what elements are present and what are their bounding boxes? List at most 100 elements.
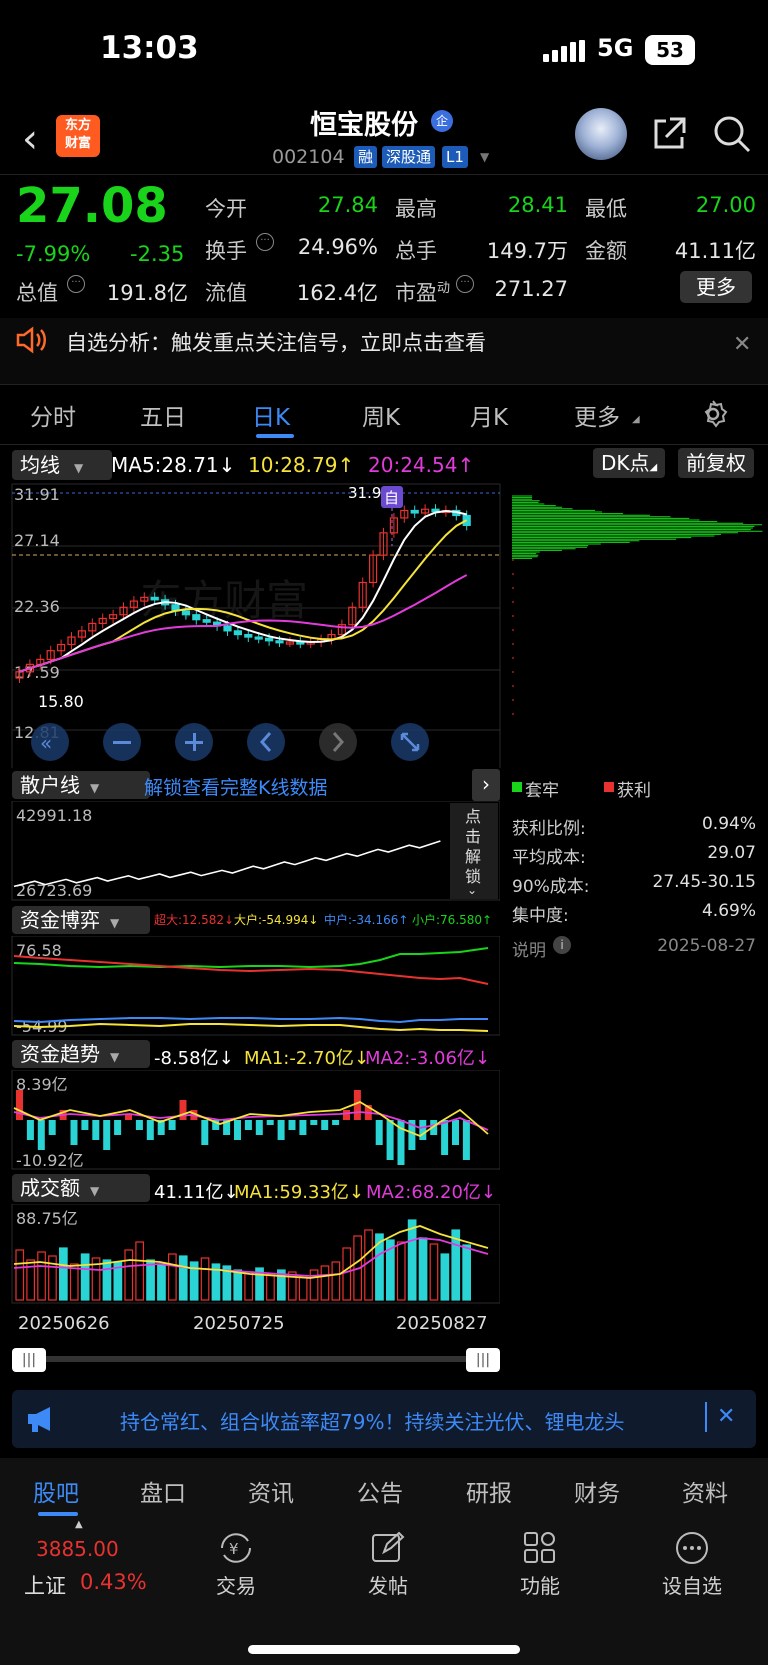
tab-daily-k[interactable]: 日K [252, 398, 290, 432]
tab-weekly-k[interactable]: 周K [362, 398, 400, 432]
unlock-link[interactable]: 解锁查看完整K线数据 [144, 773, 327, 800]
more-button[interactable]: 更多 [680, 271, 752, 303]
chevron-up-icon[interactable]: ▲ [75, 1519, 83, 1530]
svg-text:¥: ¥ [229, 1540, 239, 1558]
trend-bar [289, 1120, 296, 1130]
chevron-down-icon[interactable]: ▼ [480, 150, 489, 164]
close-icon[interactable]: ✕ [717, 1404, 735, 1429]
range-scrollbar[interactable] [12, 1356, 500, 1362]
nav-add-watch[interactable]: 设自选 [652, 1570, 732, 1599]
large-flow-text: 大户:-54.994 [234, 913, 308, 927]
tab-intraday[interactable]: 分时 [30, 398, 76, 432]
low-marker: 15.80 [38, 692, 84, 711]
y-label-3: 22.36 [14, 597, 60, 616]
turnover-rate-value: 24.96% [260, 235, 378, 259]
tab-profile[interactable]: 资料 [682, 1474, 728, 1508]
tab-monthly-k[interactable]: 月K [470, 398, 508, 432]
volume-bar [310, 1270, 318, 1300]
banner-text[interactable]: 自选分析：触发重点关注信号，立即点击查看 [66, 327, 486, 357]
ma10-value: 10:28.79↑ [248, 453, 354, 477]
trend-bar [354, 1090, 361, 1120]
adjust-button[interactable]: 前复权 [678, 448, 754, 478]
tab-research[interactable]: 研报 [466, 1474, 512, 1508]
note-label[interactable]: 说明 [512, 936, 546, 961]
promo-text[interactable]: 持仓常红、组合收益率超79%！持续关注光伏、锂电龙头 [120, 1406, 702, 1435]
pe-label-sup: 动 [437, 281, 450, 296]
turnover-chart: 88.75亿 [0, 1204, 500, 1304]
trend-bar [147, 1120, 154, 1140]
fund-trend-label: 资金趋势 [20, 1042, 100, 1066]
nav-function[interactable]: 功能 [500, 1570, 580, 1599]
volume-bar [81, 1254, 89, 1300]
volume-label: 总手 [395, 235, 437, 265]
trend-bar [114, 1120, 121, 1135]
logo-text: 东方财富 [60, 117, 96, 153]
trend-bar [376, 1120, 383, 1145]
more-dots-icon[interactable] [674, 1530, 710, 1566]
trend-bar [267, 1120, 274, 1125]
next-icon[interactable] [319, 723, 357, 761]
range-handle-right[interactable]: ||| [466, 1348, 500, 1372]
retail-line-chart: 42991.18 26723.69 [0, 801, 500, 901]
info-icon[interactable]: ··· [67, 275, 85, 293]
back-icon[interactable]: ‹ [22, 116, 38, 162]
tab-announcement[interactable]: 公告 [357, 1474, 403, 1508]
fund-trend-selector[interactable]: 资金趋势 ▼ [12, 1040, 150, 1068]
share-icon[interactable] [650, 115, 688, 153]
tab-five-day[interactable]: 五日 [140, 398, 186, 432]
unlock-side-text[interactable]: 点击解锁 [465, 807, 485, 887]
assistant-avatar[interactable] [575, 108, 627, 160]
ma-selector[interactable]: 均线 ▼ [12, 450, 112, 480]
candle-body [411, 510, 418, 512]
fund-trend-ma1: MA1:-2.70亿↓ [244, 1044, 369, 1070]
function-icon[interactable] [522, 1530, 558, 1566]
index-pct[interactable]: 0.43% [80, 1570, 147, 1594]
turnover-selector[interactable]: 成交额 ▼ [12, 1174, 150, 1202]
settings-icon[interactable] [698, 399, 728, 429]
dk-point-button[interactable]: DK点◢ [593, 448, 665, 478]
trend-bar [180, 1100, 187, 1120]
tab-pankou[interactable]: 盘口 [140, 1474, 186, 1508]
post-icon[interactable] [370, 1530, 406, 1566]
small-flow: 小户:76.580↑ [412, 911, 492, 928]
index-value[interactable]: 3885.00 [36, 1537, 119, 1561]
turnover-rate-label: 换手 [205, 235, 247, 265]
prev-icon[interactable] [247, 723, 285, 761]
volume-bar [332, 1262, 340, 1300]
trend-bar [169, 1120, 176, 1130]
ma-selector-label: 均线 [20, 453, 60, 477]
candle-body [276, 641, 283, 643]
volume-bar [408, 1220, 416, 1300]
volume-bar [234, 1270, 242, 1300]
low-value: 27.00 [640, 193, 756, 217]
candle-body [193, 615, 200, 620]
candle-body [224, 626, 231, 631]
open-value: 27.84 [260, 193, 378, 217]
trade-icon[interactable]: ¥ [216, 1530, 256, 1566]
candle-body [234, 631, 241, 635]
volume-bar [125, 1250, 133, 1300]
close-icon[interactable]: ✕ [733, 332, 751, 357]
kline-chart[interactable]: 东方财富 31.91 27.14 22.36 17.59 12.81 31.91… [0, 480, 768, 770]
chevron-down-icon: ◢ [632, 414, 640, 425]
date-mid: 20250725 [193, 1313, 285, 1334]
volume-bar [38, 1252, 46, 1300]
tab-news[interactable]: 资讯 [248, 1474, 294, 1508]
nav-trade[interactable]: 交易 [196, 1570, 276, 1599]
index-name[interactable]: 上证 [24, 1570, 66, 1600]
search-icon[interactable] [712, 114, 752, 154]
fund-game-selector[interactable]: 资金博弈 ▼ [12, 906, 150, 934]
tab-finance[interactable]: 财务 [574, 1474, 620, 1508]
retail-selector[interactable]: 散户线 ▼ [12, 771, 150, 799]
turnover-value-text: 41.11亿 [154, 1182, 224, 1203]
high-label: 最高 [395, 193, 437, 223]
tab-guba[interactable]: 股吧 [33, 1474, 79, 1508]
trend-bar [278, 1120, 285, 1140]
nav-post[interactable]: 发帖 [348, 1570, 428, 1599]
chevron-down-icon: ▼ [90, 781, 99, 795]
chevron-right-icon[interactable]: › [472, 769, 500, 801]
tab-more[interactable]: 更多 [574, 398, 620, 432]
info-icon[interactable]: i [553, 936, 571, 954]
tag-margin: 融 [354, 146, 377, 168]
range-handle-left[interactable]: ||| [12, 1348, 46, 1372]
